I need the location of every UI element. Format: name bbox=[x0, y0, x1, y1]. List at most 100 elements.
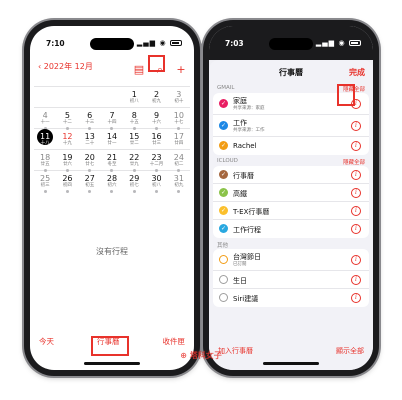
inbox-button[interactable]: 收件匣 bbox=[163, 336, 186, 347]
lunar-date: 十五 bbox=[129, 120, 139, 125]
info-icon[interactable]: i bbox=[351, 224, 361, 234]
day-cell[interactable]: 2 初九 bbox=[145, 87, 167, 107]
calendar-item[interactable]: ✓ 高鐵 i bbox=[213, 184, 369, 202]
info-icon[interactable]: i bbox=[351, 121, 361, 131]
status-time: 7:10 bbox=[46, 39, 65, 48]
plus-icon[interactable]: + bbox=[174, 63, 188, 77]
day-cell[interactable]: 11 十八 bbox=[34, 129, 56, 149]
info-icon[interactable]: i bbox=[351, 275, 361, 285]
event-dot bbox=[88, 190, 92, 193]
info-icon[interactable]: i bbox=[351, 293, 361, 303]
checked-circle-icon[interactable]: ✓ bbox=[219, 170, 228, 179]
section-title: ICLOUD bbox=[217, 158, 238, 164]
checked-circle-icon[interactable]: ✓ bbox=[219, 99, 228, 108]
day-cell[interactable]: 13 二十 bbox=[79, 129, 101, 149]
day-cell[interactable]: 31 初九 bbox=[168, 171, 190, 193]
status-icons: ▂▄▆ ◉ bbox=[137, 39, 182, 47]
status-icons: ▂▄▆ ◉ bbox=[316, 39, 361, 47]
day-cell[interactable]: 21 冬至 bbox=[101, 150, 123, 172]
checked-circle-icon[interactable]: ✓ bbox=[219, 206, 228, 215]
checked-circle-icon[interactable]: ✓ bbox=[219, 224, 228, 233]
calendar-name: Siri建議 bbox=[233, 295, 259, 303]
home-indicator bbox=[263, 362, 319, 365]
back-month-link[interactable]: ‹ 2022年 12月 bbox=[38, 61, 93, 72]
day-number: 31 bbox=[173, 174, 184, 183]
calendar-item[interactable]: Siri建議 i bbox=[213, 289, 369, 307]
lunar-date: 十二月 bbox=[149, 162, 164, 167]
info-icon[interactable]: i bbox=[351, 170, 361, 180]
empty-day-cell bbox=[56, 87, 78, 107]
day-cell[interactable]: 28 初六 bbox=[101, 171, 123, 193]
calendar-item[interactable]: ✓ Rachel i bbox=[213, 137, 369, 155]
day-cell[interactable]: 15 廿二 bbox=[123, 129, 145, 149]
empty-day-cell bbox=[79, 87, 101, 107]
highlight-box-calendar-view bbox=[148, 55, 165, 72]
lunar-date: 十一 bbox=[40, 120, 50, 125]
hide-all-button[interactable]: 隱藏全部 bbox=[343, 158, 365, 166]
day-cell[interactable]: 30 初八 bbox=[145, 171, 167, 193]
section-title: GMAIL bbox=[217, 85, 235, 91]
calendar-view-icon[interactable]: ▤ bbox=[132, 63, 146, 77]
day-cell[interactable]: 9 十六 bbox=[145, 108, 167, 130]
info-icon[interactable]: i bbox=[351, 206, 361, 216]
day-number: 11 bbox=[40, 132, 51, 141]
day-cell[interactable]: 8 十五 bbox=[123, 108, 145, 130]
info-icon[interactable]: i bbox=[351, 141, 361, 151]
day-cell[interactable]: 17 廿四 bbox=[168, 129, 190, 149]
unchecked-circle-icon[interactable] bbox=[219, 255, 228, 264]
day-cell[interactable]: 16 廿三 bbox=[145, 129, 167, 149]
day-cell[interactable]: 26 初四 bbox=[56, 171, 78, 193]
day-cell[interactable]: 10 十七 bbox=[168, 108, 190, 130]
unchecked-circle-icon[interactable] bbox=[219, 293, 228, 302]
day-cell[interactable]: 12 十九 bbox=[56, 129, 78, 149]
day-number: 30 bbox=[151, 174, 162, 183]
event-dot bbox=[65, 190, 69, 193]
lunar-date: 廿六 bbox=[62, 162, 72, 167]
day-cell[interactable]: 3 初十 bbox=[168, 87, 190, 107]
today-button[interactable]: 今天 bbox=[39, 336, 54, 347]
day-cell[interactable]: 7 十四 bbox=[101, 108, 123, 130]
calendar-item[interactable]: ✓ 工作 共享來源：工作 i bbox=[213, 115, 369, 137]
section-header: 其他 bbox=[209, 238, 373, 249]
info-icon[interactable]: i bbox=[351, 255, 361, 265]
checked-circle-icon[interactable]: ✓ bbox=[219, 121, 228, 130]
calendar-item[interactable]: 台灣節日 已訂閱 i bbox=[213, 249, 369, 271]
calendar-subtitle: 共享來源：家庭 bbox=[233, 106, 265, 111]
lunar-date: 初四 bbox=[62, 183, 72, 188]
unchecked-circle-icon[interactable] bbox=[219, 275, 228, 284]
day-number: 15 bbox=[129, 132, 140, 141]
day-cell[interactable]: 4 十一 bbox=[34, 108, 56, 130]
checked-circle-icon[interactable]: ✓ bbox=[219, 141, 228, 150]
day-cell[interactable]: 6 十三 bbox=[79, 108, 101, 130]
done-button[interactable]: 完成 bbox=[349, 67, 365, 78]
calendar-item[interactable]: ✓ 工作行程 i bbox=[213, 220, 369, 238]
day-cell[interactable]: 25 初三 bbox=[34, 171, 56, 193]
day-number: 4 bbox=[42, 111, 48, 120]
day-cell[interactable]: 14 廿一 bbox=[101, 129, 123, 149]
week-row: 18 廿五 19 廿六 20 廿七 21 冬至 22 廿九 23 十二月 24 初二 bbox=[34, 149, 190, 172]
day-cell[interactable]: 19 廿六 bbox=[56, 150, 78, 172]
calendar-name: 生日 bbox=[233, 277, 247, 285]
day-cell[interactable]: 5 十二 bbox=[56, 108, 78, 130]
day-cell[interactable]: 1 初八 bbox=[123, 87, 145, 107]
calendar-item[interactable]: 生日 i bbox=[213, 271, 369, 289]
day-cell[interactable]: 29 初七 bbox=[123, 171, 145, 193]
lunar-date: 十八 bbox=[40, 141, 50, 146]
day-cell[interactable]: 24 初二 bbox=[168, 150, 190, 172]
day-cell[interactable]: 23 十二月 bbox=[145, 150, 167, 172]
calendar-month-screen: 7:10 ▂▄▆ ◉ ‹ 2022年 12月 ▤ ⌕ + 1 初八 2 初九 3 初十 4 十一 5… bbox=[30, 26, 194, 370]
day-cell[interactable]: 27 初五 bbox=[79, 171, 101, 193]
day-number: 23 bbox=[151, 153, 162, 162]
day-cell[interactable]: 20 廿七 bbox=[79, 150, 101, 172]
lunar-date: 初三 bbox=[40, 183, 50, 188]
day-number: 1 bbox=[131, 90, 137, 99]
calendar-item[interactable]: ✓ 行事曆 i bbox=[213, 166, 369, 184]
checked-circle-icon[interactable]: ✓ bbox=[219, 188, 228, 197]
calendar-item[interactable]: ✓ T-EX行事曆 i bbox=[213, 202, 369, 220]
day-cell[interactable]: 18 廿五 bbox=[34, 150, 56, 172]
lunar-date: 廿三 bbox=[152, 141, 162, 146]
phone-left: 7:10 ▂▄▆ ◉ ‹ 2022年 12月 ▤ ⌕ + 1 初八 2 初九 3 初十 4 十一 5… bbox=[24, 20, 200, 376]
day-cell[interactable]: 22 廿九 bbox=[123, 150, 145, 172]
info-icon[interactable]: i bbox=[351, 188, 361, 198]
day-number: 12 bbox=[62, 132, 73, 141]
